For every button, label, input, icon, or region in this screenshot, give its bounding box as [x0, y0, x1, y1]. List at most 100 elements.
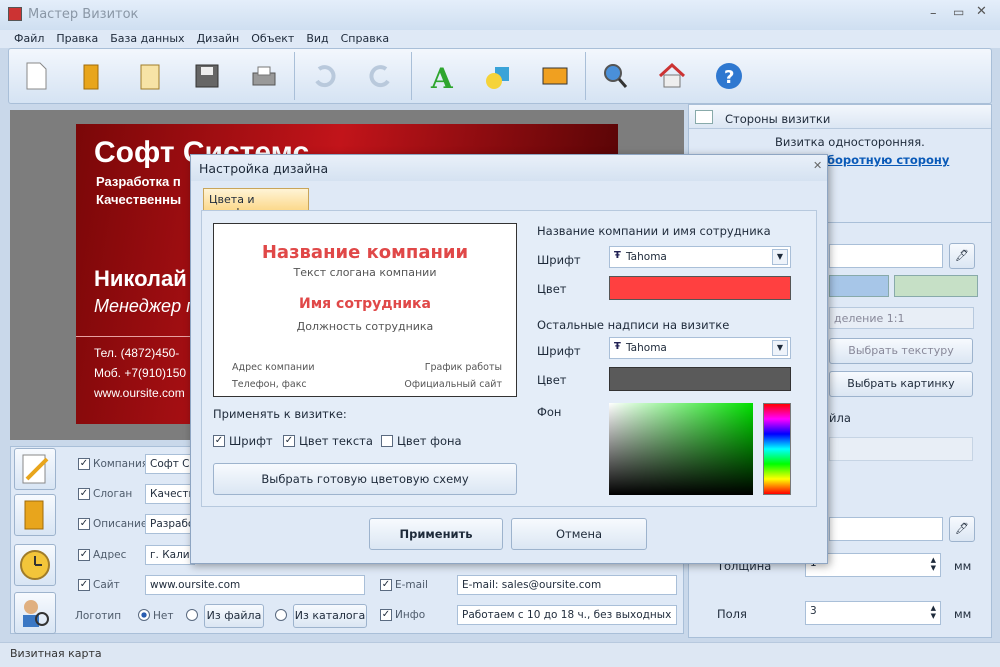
color-picker-field[interactable]: [609, 403, 753, 495]
open-button[interactable]: [72, 55, 114, 97]
spinner-arrows-icon[interactable]: ▲ ▼: [931, 604, 936, 620]
preview-slogan: Текст слогана компании: [293, 266, 437, 279]
font-select-2[interactable]: Ŧ Tahoma ▼: [609, 337, 791, 359]
image-button[interactable]: [534, 55, 576, 97]
site-input[interactable]: www.oursite.com: [145, 575, 365, 595]
color-swatch-blue[interactable]: [829, 275, 889, 297]
choose-texture-button[interactable]: Выбрать текстуру: [829, 338, 973, 364]
help-icon: ?: [716, 63, 742, 89]
file-input[interactable]: [829, 437, 973, 461]
logo-file-radio[interactable]: [186, 609, 198, 621]
dialog-title-bar: Настройка дизайна ✕: [191, 155, 827, 181]
color-input-2[interactable]: [829, 517, 943, 541]
info-label: Инфо: [395, 609, 426, 621]
eyedropper-button-1[interactable]: 🖊: [949, 243, 975, 269]
color-swatch-1[interactable]: [609, 276, 791, 300]
edit-text-tool[interactable]: [14, 448, 56, 490]
search-button[interactable]: [594, 55, 636, 97]
minimize-button[interactable]: –: [930, 6, 937, 21]
spinner-arrows-icon[interactable]: ▲ ▼: [931, 556, 936, 572]
text-button[interactable]: A: [420, 55, 462, 97]
company-input[interactable]: Софт Си: [145, 454, 195, 474]
undo-button[interactable]: [303, 55, 345, 97]
scale-select[interactable]: деление 1:1: [829, 307, 974, 329]
logo-catalog-radio[interactable]: [275, 609, 287, 621]
menu-file[interactable]: Файл: [14, 32, 44, 45]
slogan-input[interactable]: Качеств: [145, 484, 195, 504]
tab-colors-fonts[interactable]: Цвета и шрифты: [203, 188, 309, 219]
preview-site: Официальный сайт: [404, 379, 502, 390]
site-checkbox[interactable]: ✓: [78, 579, 90, 591]
title-bar: Мастер Визиток – ▭ ✕: [0, 0, 1000, 30]
clock-tool[interactable]: [14, 544, 56, 586]
color-label-1: Цвет: [537, 282, 567, 296]
apply-font-checkbox[interactable]: ✓: [213, 435, 225, 447]
apply-textcolor-checkbox[interactable]: ✓: [283, 435, 295, 447]
address-input[interactable]: г. Калин: [145, 545, 195, 565]
app-icon: [8, 7, 22, 21]
menu-help[interactable]: Справка: [341, 32, 389, 45]
section-company-employee: Название компании и имя сотрудника: [537, 224, 771, 238]
info-input[interactable]: Работаем с 10 до 18 ч., без выходных: [457, 605, 677, 625]
card-mobile: Моб. +7(910)150: [94, 366, 187, 380]
menu-design[interactable]: Дизайн: [197, 32, 240, 45]
dialog-close-icon[interactable]: ✕: [813, 159, 822, 172]
hue-slider[interactable]: [763, 403, 791, 495]
apply-bg-checkbox[interactable]: [381, 435, 393, 447]
dropdown-arrow-icon[interactable]: ▼: [772, 340, 788, 356]
eyedropper-button-2[interactable]: 🖊: [949, 516, 975, 542]
user-search-tool[interactable]: [14, 592, 56, 634]
slogan-checkbox[interactable]: ✓: [78, 488, 90, 500]
logo-from-catalog-button[interactable]: Из каталога: [293, 604, 367, 628]
font-label-1: Шрифт: [537, 253, 581, 267]
address-checkbox[interactable]: ✓: [78, 549, 90, 561]
home-button[interactable]: [651, 55, 693, 97]
cancel-button[interactable]: Отмена: [511, 518, 647, 550]
design-settings-dialog: Настройка дизайна ✕ Цвета и шрифты Назва…: [190, 154, 828, 564]
description-checkbox[interactable]: ✓: [78, 518, 90, 530]
redo-button[interactable]: [360, 55, 402, 97]
status-text: Визитная карта: [10, 647, 102, 660]
color-swatch-green[interactable]: [894, 275, 978, 297]
font-value-2: Tahoma: [626, 342, 667, 354]
printer-icon: [252, 66, 276, 86]
color-input-1[interactable]: [829, 244, 943, 268]
sides-title: Стороны визитки: [725, 112, 831, 126]
magnifier-icon: [604, 64, 628, 88]
choose-scheme-button[interactable]: Выбрать готовую цветовую схему: [213, 463, 517, 495]
undo-icon: [315, 65, 336, 88]
choose-picture-button[interactable]: Выбрать картинку: [829, 371, 973, 397]
info-checkbox[interactable]: ✓: [380, 609, 392, 621]
margin-label: Поля: [717, 607, 747, 621]
save-button[interactable]: [186, 55, 228, 97]
sides-link[interactable]: боротную сторону: [827, 153, 949, 167]
font-select-1[interactable]: Ŧ Tahoma ▼: [609, 246, 791, 268]
help-button[interactable]: ?: [708, 55, 750, 97]
scale-text: деление 1:1: [834, 312, 905, 325]
print-button[interactable]: [243, 55, 285, 97]
status-bar: Визитная карта: [0, 642, 1000, 667]
margin-spinner[interactable]: 3 ▲ ▼: [805, 601, 941, 625]
clock-icon: [20, 550, 50, 580]
folder-tool[interactable]: [14, 494, 56, 536]
dropdown-arrow-icon[interactable]: ▼: [772, 249, 788, 265]
new-button[interactable]: [15, 55, 57, 97]
menu-view[interactable]: Вид: [306, 32, 328, 45]
window-title: Мастер Визиток: [28, 7, 139, 22]
apply-button[interactable]: Применить: [369, 518, 503, 550]
menu-edit[interactable]: Правка: [56, 32, 98, 45]
user-search-icon: [23, 600, 49, 627]
menu-database[interactable]: База данных: [110, 32, 184, 45]
menu-object[interactable]: Объект: [251, 32, 294, 45]
email-checkbox[interactable]: ✓: [380, 579, 392, 591]
shapes-button[interactable]: [477, 55, 519, 97]
logo-none-radio[interactable]: [138, 609, 150, 621]
color-swatch-2[interactable]: [609, 367, 791, 391]
description-input[interactable]: Разрабо: [145, 514, 195, 534]
close-button[interactable]: ✕: [976, 4, 987, 19]
company-checkbox[interactable]: ✓: [78, 458, 90, 470]
clipboard-button[interactable]: [129, 55, 171, 97]
logo-from-file-button[interactable]: Из файла: [204, 604, 264, 628]
maximize-button[interactable]: ▭: [953, 5, 964, 19]
email-input[interactable]: E-mail: sales@oursite.com: [457, 575, 677, 595]
